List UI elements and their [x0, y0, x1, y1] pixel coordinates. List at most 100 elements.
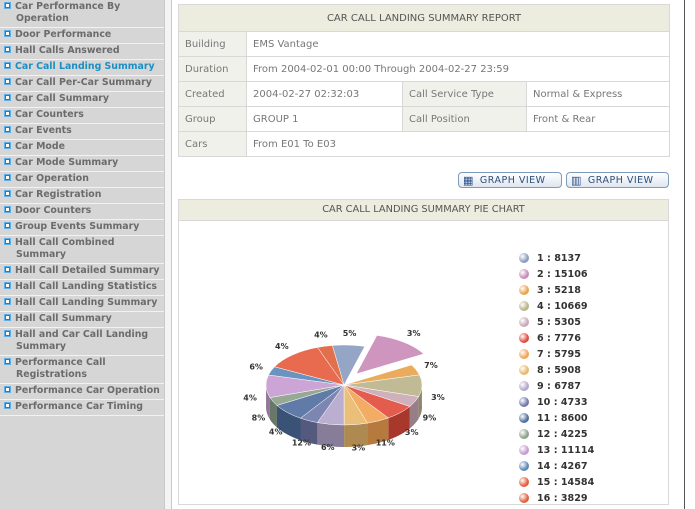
- sidebar-item-label: Car Performance By Operation: [15, 1, 121, 24]
- legend-swatch: [519, 493, 529, 503]
- cars-label: Cars: [178, 131, 247, 157]
- legend-item: 14 : 4267: [519, 458, 594, 474]
- legend-label: 5 : 5305: [537, 316, 581, 328]
- legend-item: 2 : 15106: [519, 266, 594, 282]
- legend-item: 6 : 7776: [519, 330, 594, 346]
- sidebar-item-hall-call-detailed-summary[interactable]: Hall Call Detailed Summary: [0, 264, 164, 280]
- square-bullet-icon: [4, 174, 11, 181]
- pie-slice-label: 6%: [321, 443, 335, 452]
- sidebar-item-car-operation[interactable]: Car Operation: [0, 172, 164, 188]
- square-bullet-icon: [4, 2, 11, 9]
- sidebar-item-car-call-per-car-summary[interactable]: Car Call Per-Car Summary: [0, 76, 164, 92]
- sidebar-item-label: Car Operation: [15, 173, 89, 184]
- legend-item: 15 : 14584: [519, 474, 594, 490]
- legend-label: 15 : 14584: [537, 476, 595, 488]
- pie-slice-label: 7%: [424, 361, 438, 370]
- group-label: Group: [178, 106, 247, 132]
- call-position-value: Front & Rear: [525, 106, 671, 132]
- sidebar-item-label: Car Call Summary: [15, 93, 110, 104]
- sidebar-item-hall-and-car-call-landing-summary[interactable]: Hall and Car Call Landing Summary: [0, 328, 164, 356]
- square-bullet-icon: [4, 94, 11, 101]
- legend-item: 4 : 10669: [519, 298, 594, 314]
- square-bullet-icon: [4, 158, 11, 165]
- sidebar-item-label: Performance Car Operation: [15, 385, 160, 396]
- sidebar-item-car-call-summary[interactable]: Car Call Summary: [0, 92, 164, 108]
- call-position-label: Call Position: [402, 106, 527, 132]
- legend-swatch: [519, 397, 529, 407]
- legend-label: 1 : 8137: [537, 252, 581, 264]
- sidebar-item-label: Hall Call Summary: [15, 313, 112, 324]
- sidebar-item-group-events-summary[interactable]: Group Events Summary: [0, 220, 164, 236]
- sidebar-item-performance-call-registrations[interactable]: Performance Call Registrations: [0, 356, 164, 384]
- sidebar-divider[interactable]: [164, 0, 172, 509]
- sidebar-item-label: Car Mode Summary: [15, 157, 119, 168]
- pie-slice-label: 3%: [352, 443, 366, 452]
- sidebar-item-car-counters[interactable]: Car Counters: [0, 108, 164, 124]
- legend-item: 16 : 3829: [519, 490, 594, 506]
- legend-swatch: [519, 365, 529, 375]
- legend-item: 10 : 4733: [519, 394, 594, 410]
- legend-label: 4 : 10669: [537, 300, 588, 312]
- sidebar-item-car-call-landing-summary[interactable]: Car Call Landing Summary: [0, 60, 164, 76]
- building-label: Building: [178, 31, 247, 57]
- table-grid-icon: ▦: [463, 173, 474, 187]
- pie-slice-label: 4%: [243, 394, 257, 403]
- sidebar-item-car-events[interactable]: Car Events: [0, 124, 164, 140]
- legend-label: 12 : 4225: [537, 428, 588, 440]
- sidebar-item-hall-call-landing-summary[interactable]: Hall Call Landing Summary: [0, 296, 164, 312]
- legend-item: 3 : 5218: [519, 282, 594, 298]
- sidebar-item-label: Hall Call Detailed Summary: [15, 265, 160, 276]
- sidebar-item-label: Door Counters: [15, 205, 92, 216]
- pie-slice-label: 3%: [405, 428, 419, 437]
- report-sidebar: Car Performance By Operation Door Perform…: [0, 0, 164, 509]
- legend-item: 7 : 5795: [519, 346, 594, 362]
- sidebar-item-label: Car Mode: [15, 141, 65, 152]
- sidebar-item-label: Hall Call Landing Statistics: [15, 281, 157, 292]
- sidebar-item-car-performance-by-operation[interactable]: Car Performance By Operation: [0, 0, 164, 28]
- legend-label: 6 : 7776: [537, 332, 581, 344]
- sidebar-item-door-counters[interactable]: Door Counters: [0, 204, 164, 220]
- square-bullet-icon: [4, 46, 11, 53]
- group-value: GROUP 1: [246, 106, 403, 132]
- square-bullet-icon: [4, 386, 11, 393]
- chart-legend: 1 : 8137 2 : 15106 3 : 5218 4 : 10669 5 : 53…: [519, 250, 594, 506]
- sidebar-item-label: Car Registration: [15, 189, 102, 200]
- square-bullet-icon: [4, 206, 11, 213]
- square-bullet-icon: [4, 222, 11, 229]
- created-value: 2004-02-27 02:32:03: [246, 81, 403, 107]
- sidebar-item-car-mode-summary[interactable]: Car Mode Summary: [0, 156, 164, 172]
- pie-slice-label: 8%: [252, 414, 266, 423]
- square-bullet-icon: [4, 110, 11, 117]
- pie-slice-label: 3%: [431, 393, 445, 402]
- square-bullet-icon: [4, 62, 11, 69]
- graph-view-label: GRAPH VIEW: [587, 174, 654, 186]
- square-bullet-icon: [4, 330, 11, 337]
- pie-slice-label: 5%: [343, 329, 357, 338]
- pie-slice-label: 4%: [269, 428, 283, 437]
- legend-swatch: [519, 413, 529, 423]
- building-value: EMS Vantage: [245, 31, 671, 57]
- graph-view-table-button[interactable]: ▦ GRAPH VIEW: [458, 172, 562, 188]
- sidebar-item-performance-car-timing[interactable]: Performance Car Timing: [0, 400, 164, 416]
- sidebar-item-hall-calls-answered[interactable]: Hall Calls Answered: [0, 44, 164, 60]
- legend-item: 13 : 11114: [519, 442, 594, 458]
- legend-label: 8 : 5908: [537, 364, 581, 376]
- square-bullet-icon: [4, 78, 11, 85]
- legend-label: 14 : 4267: [537, 460, 588, 472]
- legend-swatch: [519, 445, 529, 455]
- sidebar-item-hall-call-combined-summary[interactable]: Hall Call Combined Summary: [0, 236, 164, 264]
- sidebar-item-door-performance[interactable]: Door Performance: [0, 28, 164, 44]
- sidebar-item-car-registration[interactable]: Car Registration: [0, 188, 164, 204]
- sidebar-item-hall-call-summary[interactable]: Hall Call Summary: [0, 312, 164, 328]
- legend-item: 12 : 4225: [519, 426, 594, 442]
- legend-label: 13 : 11114: [537, 444, 595, 456]
- sidebar-item-label: Hall Call Landing Summary: [15, 297, 158, 308]
- sidebar-item-performance-car-operation[interactable]: Performance Car Operation: [0, 384, 164, 400]
- sidebar-item-car-mode[interactable]: Car Mode: [0, 140, 164, 156]
- square-bullet-icon: [4, 282, 11, 289]
- sidebar-item-label: Hall and Car Call Landing Summary: [15, 329, 149, 352]
- report-title: CAR CALL LANDING SUMMARY REPORT: [177, 4, 671, 32]
- square-bullet-icon: [4, 358, 11, 365]
- sidebar-item-hall-call-landing-statistics[interactable]: Hall Call Landing Statistics: [0, 280, 164, 296]
- graph-view-chart-button[interactable]: ▥ GRAPH VIEW: [566, 172, 669, 188]
